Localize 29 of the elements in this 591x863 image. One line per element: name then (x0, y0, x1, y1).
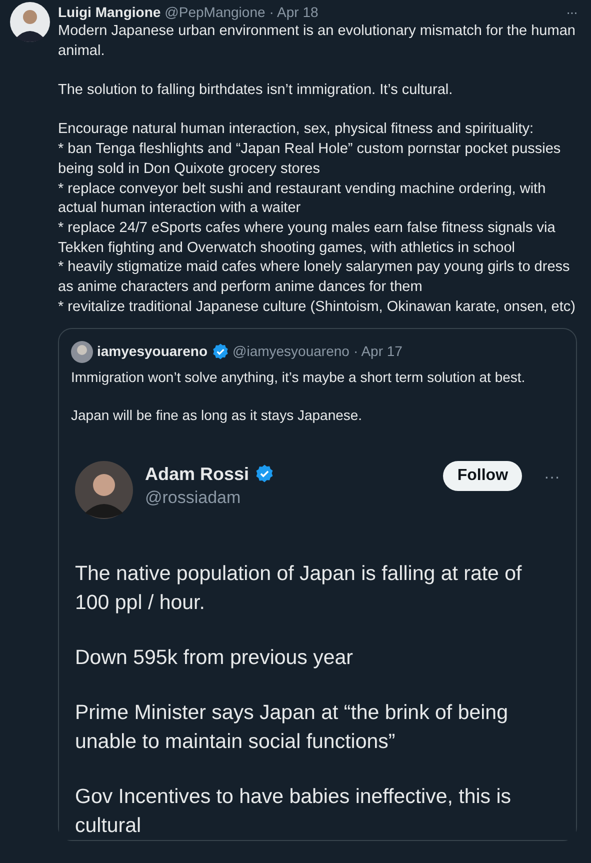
quoted-post[interactable] (58, 328, 577, 841)
more-button[interactable]: ··· (566, 4, 577, 20)
post-paragraph: Down 595k from previous year (75, 644, 354, 671)
post-paragraph: The native population of Japan is falling at rate of 100 ppl / hour. (75, 560, 523, 616)
author-name[interactable]: Luigi Mangione (58, 2, 161, 22)
post-paragraph: Japan will be fine as long as it stays Japanese. (71, 406, 364, 425)
list-item: * heavily stigmatize maid cafes where lonely salarymen pay young girls to dress as anime characters and perform anime dances for them (58, 258, 571, 298)
list-item: * replace 24/7 eSports cafes where young males earn false fitness signals via Tekken fighting and Overwatch shooting games, with athletics in school (58, 219, 556, 258)
post-date[interactable]: · Apr 17 (353, 340, 402, 361)
author-handle[interactable]: @PepMangione (164, 2, 266, 22)
post-paragraph: Modern Japanese urban environment is an evolutionary mismatch for the human animal. (58, 22, 576, 61)
author-handle: @rossiadam (145, 486, 242, 509)
follow-button: Follow (443, 460, 522, 491)
list-item: * revitalize traditional Japanese culture (Shintoism, Okinawan karate, onsen, etc) (58, 298, 576, 317)
author-handle[interactable]: @iamyesyouareno (232, 340, 350, 361)
avatar[interactable] (71, 340, 93, 363)
post-paragraph: Gov Incentives to have babies ineffective, this is cultural (75, 784, 512, 839)
author-name[interactable]: iamyesyouareno (97, 340, 208, 361)
post-paragraph: The solution to falling birthdates isn’t immigration. It’s cultural. (58, 81, 454, 100)
post-paragraph: Encourage natural human interaction, sex, physical fitness and spirituality: (58, 120, 535, 140)
list-item: * replace conveyor belt sushi and restaurant vending machine ordering, with actual human interaction with a waiter (58, 180, 547, 218)
more-button: ··· (544, 460, 560, 487)
avatar (75, 460, 133, 519)
author-name: Adam Rossi (145, 462, 250, 486)
post-date[interactable]: · Apr 18 (269, 2, 318, 22)
post-paragraph: Immigration won’t solve anything, it’s maybe a short term solution at best. (71, 368, 526, 387)
avatar[interactable] (10, 2, 50, 42)
post-paragraph: Prime Minister says Japan at “the brink of being unable to maintain social functions” (75, 700, 509, 755)
list-item: * ban Tenga fleshlights and “Japan Real Hole” custom pornstar pocket pussies being sold in Don Quixote grocery stores (58, 140, 562, 179)
